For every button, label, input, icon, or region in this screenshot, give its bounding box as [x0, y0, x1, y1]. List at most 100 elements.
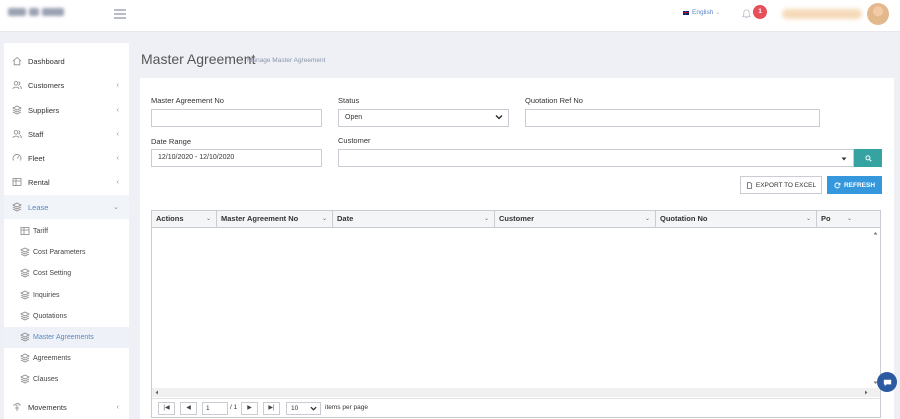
layers-icon	[20, 311, 30, 321]
master-agreement-no-input[interactable]	[151, 109, 322, 127]
search-icon	[864, 154, 872, 162]
column-date[interactable]: Date ⌄	[333, 211, 495, 228]
total-pages: / 1	[230, 404, 238, 411]
steering-icon	[12, 402, 22, 412]
chevron-down-icon: ⌄	[715, 10, 721, 16]
chevron-down-icon[interactable]: ⌄	[847, 211, 852, 227]
sidebar-item-agreements[interactable]: Agreements	[4, 348, 129, 369]
file-icon	[746, 181, 752, 189]
sidebar-item-label: Suppliers	[28, 105, 60, 115]
menu-toggle-icon[interactable]	[114, 9, 126, 19]
date-range-input[interactable]: 12/10/2020 - 12/10/2020	[151, 149, 322, 167]
quotation-ref-label: Quotation Ref No	[525, 96, 583, 105]
layers-icon	[20, 374, 30, 384]
customer-search-button[interactable]	[854, 149, 882, 167]
status-value: Open	[345, 114, 363, 121]
export-excel-label: EXPORT TO EXCEL	[755, 181, 817, 189]
column-quotation-no[interactable]: Quotation No ⌄	[656, 211, 817, 228]
sidebar-item-cost-setting[interactable]: Cost Setting	[4, 263, 129, 284]
sidebar-item-label: Quotations	[33, 312, 67, 320]
export-excel-button[interactable]: EXPORT TO EXCEL	[740, 176, 822, 194]
home-icon	[12, 56, 22, 66]
sidebar-item-tariff[interactable]: Tariff	[4, 221, 129, 242]
sidebar-item-dashboard[interactable]: Dashboard	[4, 49, 129, 73]
column-po[interactable]: Po ⌄	[817, 211, 857, 228]
table-icon	[12, 177, 22, 187]
next-page-button[interactable]: ▶	[241, 402, 258, 415]
layers-icon	[12, 202, 22, 212]
status-label: Status	[338, 96, 360, 105]
caret-down-icon	[841, 157, 847, 161]
sidebar-item-label: Customers	[28, 80, 65, 90]
sidebar-item-inquiries[interactable]: Inquiries	[4, 285, 129, 306]
master-agreement-grid: Actions ⌄ Master Agreement No ⌄ Date ⌄ Cust…	[151, 210, 881, 418]
sidebar-item-label: Cost Parameters	[33, 249, 86, 257]
quotation-ref-input[interactable]	[525, 109, 820, 127]
sidebar-item-customers[interactable]: Customers ‹	[4, 73, 129, 97]
vertical-scrollbar[interactable]	[871, 228, 880, 388]
bell-icon[interactable]	[741, 8, 752, 20]
sidebar-item-lease[interactable]: Lease ⌄	[4, 195, 129, 219]
sidebar-item-label: Tariff	[33, 228, 49, 235]
chat-icon[interactable]	[877, 372, 897, 392]
sidebar-item-label: Rental	[28, 177, 50, 187]
layers-icon	[20, 332, 30, 342]
customer-label: Customer	[338, 136, 371, 145]
gauge-icon	[12, 153, 22, 163]
sidebar-item-clauses[interactable]: Clauses	[4, 369, 129, 390]
notification-badge[interactable]: 1	[753, 5, 767, 19]
top-header: English ⌄ 1	[0, 0, 900, 32]
company-logo[interactable]	[8, 8, 72, 22]
page-number-input[interactable]: 1	[202, 402, 228, 415]
column-actions[interactable]: Actions ⌄	[152, 211, 217, 228]
sidebar-item-label: Clauses	[33, 376, 59, 384]
sidebar-item-fleet[interactable]: Fleet ‹	[4, 146, 129, 170]
chevron-down-icon[interactable]: ⌄	[484, 211, 489, 227]
chevron-down-icon[interactable]: ⌄	[322, 211, 327, 227]
chevron-down-icon: ⌄	[113, 204, 119, 211]
scroll-right-icon[interactable]	[862, 388, 870, 397]
chevron-down-icon	[495, 115, 503, 120]
avatar[interactable]	[867, 3, 889, 25]
table-icon	[20, 226, 30, 236]
sidebar-item-rental[interactable]: Rental ‹	[4, 170, 129, 194]
column-master-agreement-no[interactable]: Master Agreement No ⌄	[217, 211, 333, 228]
status-select[interactable]: Open	[338, 109, 509, 127]
customer-select[interactable]	[338, 149, 854, 167]
sidebar-item-movements[interactable]: Movements ‹	[4, 395, 129, 419]
page-title: Master Agreement	[141, 51, 256, 67]
sidebar-item-label: Cost Setting	[33, 270, 72, 278]
sidebar-item-master-agreements[interactable]: Master Agreements	[4, 327, 129, 348]
language-label: English	[692, 9, 714, 16]
first-page-button[interactable]: |◀	[158, 402, 175, 415]
sidebar-item-label: Inquiries	[33, 291, 60, 299]
users-icon	[12, 80, 22, 90]
column-customer[interactable]: Customer ⌄	[495, 211, 656, 228]
chevron-down-icon[interactable]: ⌄	[806, 211, 811, 227]
horizontal-scrollbar[interactable]	[152, 388, 880, 397]
scroll-left-icon[interactable]	[153, 388, 161, 397]
refresh-button[interactable]: REFRESH	[827, 176, 882, 194]
layers-icon	[20, 268, 30, 278]
page-size-value: 10	[291, 405, 299, 412]
user-name[interactable]	[782, 9, 862, 19]
refresh-icon	[834, 182, 841, 188]
sidebar-item-quotations[interactable]: Quotations	[4, 306, 129, 327]
chevron-down-icon[interactable]: ⌄	[206, 211, 211, 227]
chevron-left-icon: ‹	[116, 81, 119, 89]
sidebar-item-suppliers[interactable]: Suppliers ‹	[4, 98, 129, 122]
grid-pager: |◀ ◀ 1 / 1 ▶ ▶| 10 items per page	[152, 398, 880, 417]
sidebar-item-cost-parameters[interactable]: Cost Parameters	[4, 242, 129, 263]
prev-page-button[interactable]: ◀	[180, 402, 197, 415]
items-per-page-label: items per page	[325, 404, 368, 411]
layers-icon	[12, 105, 22, 115]
chevron-down-icon[interactable]: ⌄	[645, 211, 650, 227]
grid-header: Actions ⌄ Master Agreement No ⌄ Date ⌄ Cust…	[152, 211, 880, 228]
scroll-up-icon[interactable]	[871, 230, 880, 236]
sidebar: Dashboard Customers ‹ Suppliers ‹ Staff ‹ Fleet…	[4, 43, 129, 419]
language-selector[interactable]: English ⌄	[682, 9, 720, 16]
last-page-button[interactable]: ▶|	[263, 402, 280, 415]
sidebar-item-staff[interactable]: Staff ‹	[4, 122, 129, 146]
page-size-select[interactable]: 10	[286, 402, 321, 415]
sidebar-item-label: Staff	[28, 129, 44, 139]
